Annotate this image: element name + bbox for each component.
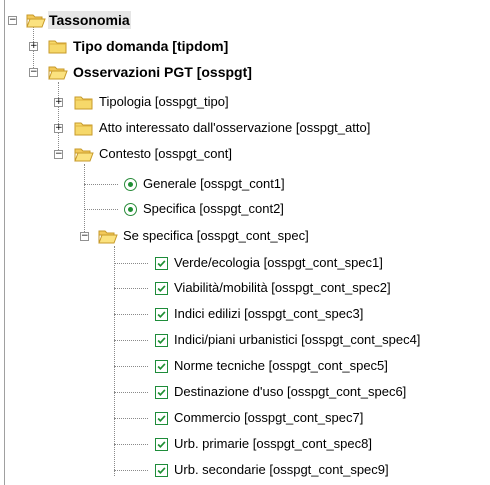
folder-open-icon [48, 64, 68, 80]
tree-node-osspgt-cont1[interactable]: Generale [osspgt_cont1] [0, 174, 340, 196]
collapse-toggle[interactable]: − [29, 68, 38, 77]
tree-node-osspgt-atto[interactable]: + Atto interessato dall'osservazione [os… [0, 118, 470, 140]
collapse-toggle[interactable]: − [80, 232, 89, 241]
tree-node-tipdom[interactable]: + Tipo domanda [tipdom] [0, 36, 300, 58]
tree-node-spec3[interactable]: Indici edilizi [osspgt_cont_spec3] [0, 304, 480, 326]
tree-node-label[interactable]: Osservazioni PGT [osspgt] [72, 63, 253, 81]
expand-toggle[interactable]: + [54, 98, 63, 107]
tree-node-spec2[interactable]: Viabilità/mobilità [osspgt_cont_spec2] [0, 278, 480, 300]
expand-toggle[interactable]: + [29, 42, 38, 51]
checkbox-checked-icon[interactable] [155, 334, 168, 347]
tree-node-spec1[interactable]: Verde/ecologia [osspgt_cont_spec1] [0, 253, 480, 275]
tree-node-label[interactable]: Norme tecniche [osspgt_cont_spec5] [173, 357, 389, 375]
radio-selected-icon[interactable] [124, 203, 137, 216]
expand-toggle[interactable]: + [54, 124, 63, 133]
tree-node-label[interactable]: Urb. secondarie [osspgt_cont_spec9] [173, 461, 390, 479]
tree-node-label[interactable]: Indici edilizi [osspgt_cont_spec3] [173, 305, 364, 323]
tree-node-label[interactable]: Destinazione d'uso [osspgt_cont_spec6] [173, 383, 407, 401]
folder-open-icon [74, 146, 94, 162]
checkbox-checked-icon[interactable] [155, 464, 168, 477]
tree-node-tassonomia[interactable]: − Tassonomia [0, 10, 200, 32]
checkbox-checked-icon[interactable] [155, 282, 168, 295]
tree-node-label[interactable]: Indici/piani urbanistici [osspgt_cont_sp… [173, 331, 421, 349]
tree-node-osspgt-cont2[interactable]: Specifica [osspgt_cont2] [0, 199, 340, 221]
checkbox-checked-icon[interactable] [155, 308, 168, 321]
tree-node-label[interactable]: Tipologia [osspgt_tipo] [98, 93, 230, 111]
tree-node-osspgt-cont[interactable]: − Contesto [osspgt_cont] [0, 144, 320, 166]
checkbox-checked-icon[interactable] [155, 386, 168, 399]
tree-node-label[interactable]: Se specifica [osspgt_cont_spec] [122, 227, 310, 245]
tree-node-label[interactable]: Specifica [osspgt_cont2] [142, 200, 285, 218]
tree-node-osspgt-tipo[interactable]: + Tipologia [osspgt_tipo] [0, 92, 300, 114]
tree-node-label[interactable]: Commercio [osspgt_cont_spec7] [173, 409, 364, 427]
checkbox-checked-icon[interactable] [155, 257, 168, 270]
tree-node-spec8[interactable]: Urb. primarie [osspgt_cont_spec8] [0, 434, 480, 456]
radio-selected-icon[interactable] [124, 178, 137, 191]
tree-node-label[interactable]: Viabilità/mobilità [osspgt_cont_spec2] [173, 279, 392, 297]
collapse-toggle[interactable]: − [54, 150, 63, 159]
checkbox-checked-icon[interactable] [155, 360, 168, 373]
tree-node-label[interactable]: Tassonomia [48, 11, 131, 29]
folder-closed-icon [48, 38, 68, 54]
tree-node-label[interactable]: Verde/ecologia [osspgt_cont_spec1] [173, 254, 384, 272]
tree-node-spec4[interactable]: Indici/piani urbanistici [osspgt_cont_sp… [0, 330, 488, 352]
tree-node-spec6[interactable]: Destinazione d'uso [osspgt_cont_spec6] [0, 382, 480, 404]
tree-node-label[interactable]: Tipo domanda [tipdom] [72, 37, 229, 55]
folder-open-icon [26, 12, 46, 28]
tree-node-spec5[interactable]: Norme tecniche [osspgt_cont_spec5] [0, 356, 480, 378]
taxonomy-tree: − Tassonomia + Tipo domanda [tipdom] − O… [0, 0, 490, 485]
tree-node-label[interactable]: Generale [osspgt_cont1] [142, 175, 286, 193]
folder-open-icon [98, 228, 118, 244]
tree-node-label[interactable]: Atto interessato dall'osservazione [ossp… [98, 119, 371, 137]
collapse-toggle[interactable]: − [8, 16, 17, 25]
checkbox-checked-icon[interactable] [155, 412, 168, 425]
tree-node-label[interactable]: Contesto [osspgt_cont] [98, 145, 233, 163]
tree-node-osspgt[interactable]: − Osservazioni PGT [osspgt] [0, 62, 340, 84]
tree-node-label[interactable]: Urb. primarie [osspgt_cont_spec8] [173, 435, 373, 453]
tree-node-osspgt-cont-spec[interactable]: − Se specifica [osspgt_cont_spec] [0, 226, 400, 248]
tree-node-spec9[interactable]: Urb. secondarie [osspgt_cont_spec9] [0, 460, 480, 482]
tree-node-spec7[interactable]: Commercio [osspgt_cont_spec7] [0, 408, 480, 430]
folder-closed-icon [74, 94, 94, 110]
checkbox-checked-icon[interactable] [155, 438, 168, 451]
folder-closed-icon [74, 120, 94, 136]
